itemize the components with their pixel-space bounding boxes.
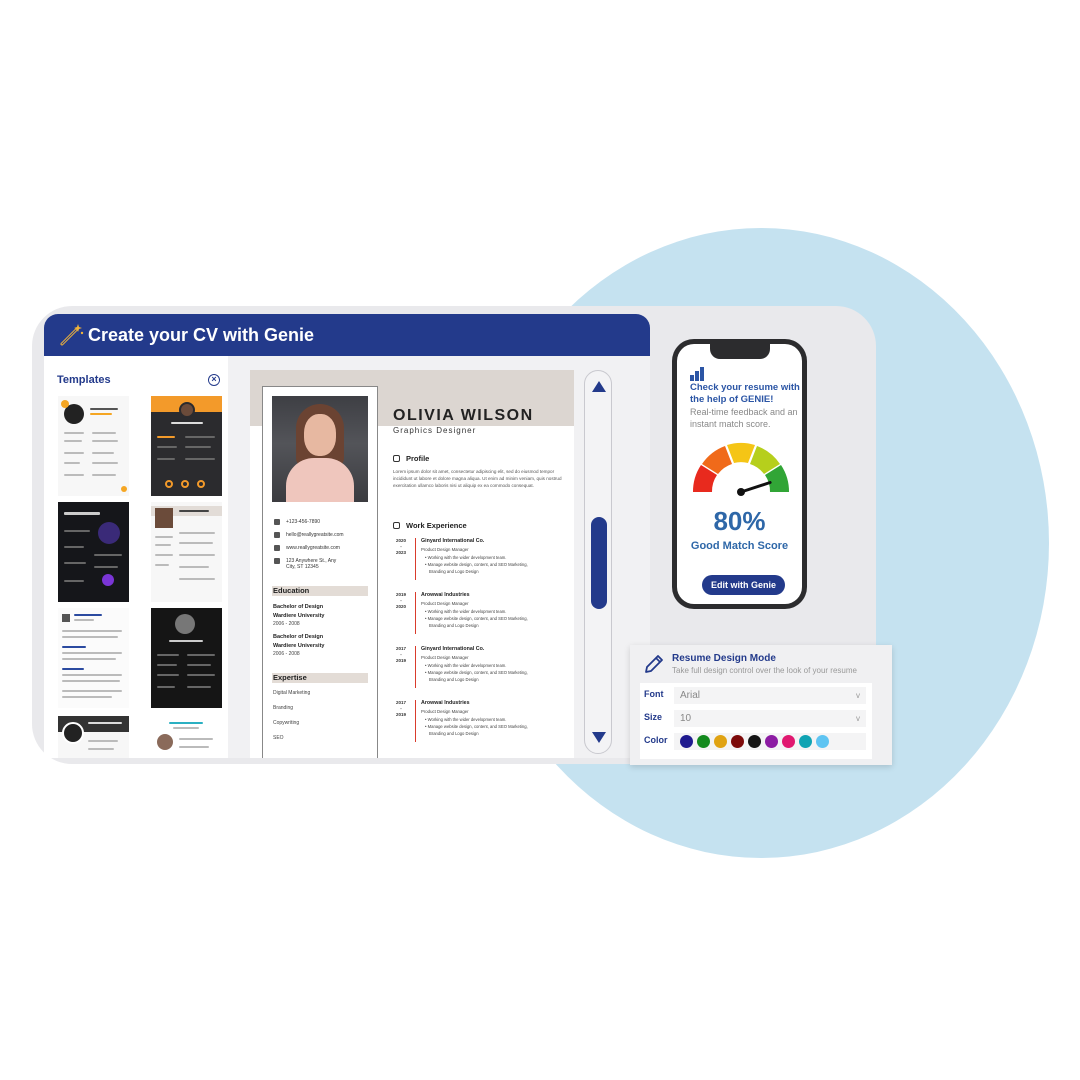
education-heading: Education [272, 586, 368, 596]
magic-wand-icon [60, 324, 84, 346]
bar-chart-icon [690, 367, 706, 381]
arrow-up-icon[interactable] [592, 381, 606, 392]
template-thumbnail[interactable] [151, 396, 222, 496]
editor-title: Create your CV with Genie [88, 324, 315, 345]
template-thumbnail[interactable] [58, 716, 129, 758]
color-swatch[interactable] [731, 735, 744, 748]
templates-panel: Templates × [44, 356, 228, 758]
feedback-subtitle: Real-time feedback and an instant match … [690, 407, 798, 429]
template-thumbnail[interactable] [58, 608, 129, 708]
location-icon [274, 558, 280, 564]
work-heading: Work Experience [393, 521, 467, 530]
profile-photo[interactable] [272, 396, 368, 502]
resume-role[interactable]: Graphics Designer [393, 426, 476, 435]
design-controls: Font Arial v Size 10 v Color [640, 683, 872, 759]
design-mode-subtitle: Take full design control over the look o… [672, 666, 857, 675]
resume-name[interactable]: OLIVIA WILSON [393, 407, 534, 425]
design-mode-panel: Resume Design Mode Take full design cont… [630, 645, 892, 765]
gauge-needle [739, 481, 772, 494]
profile-heading: Profile [393, 454, 429, 463]
contact-phone: +123-456-7890 [274, 519, 320, 525]
editor-header: Create your CV with Genie [44, 314, 650, 356]
match-score-gauge [692, 442, 790, 496]
edit-with-genie-button[interactable]: Edit with Genie [702, 575, 785, 595]
job-entry[interactable]: 2017-2019 Arowwai Industries Product Des… [393, 700, 568, 744]
chevron-down-icon: v [856, 714, 860, 723]
contact-email: hello@reallygreatsite.com [274, 532, 344, 538]
design-mode-title: Resume Design Mode [672, 653, 776, 664]
pencil-icon [645, 655, 663, 673]
template-thumbnail[interactable] [151, 502, 222, 602]
match-score-value: 80% [713, 506, 766, 536]
chevron-down-icon: v [856, 691, 860, 700]
template-thumbnail[interactable] [151, 608, 222, 708]
email-icon [274, 532, 280, 538]
education-school: Wardiere University [273, 613, 325, 619]
template-thumbnail[interactable] [58, 502, 129, 602]
size-select[interactable]: 10 v [674, 710, 866, 727]
briefcase-icon [393, 522, 400, 529]
scrollbar-thumb[interactable] [591, 517, 607, 609]
color-swatch[interactable] [697, 735, 710, 748]
expertise-item: Digital Marketing [273, 690, 311, 696]
color-swatch[interactable] [816, 735, 829, 748]
phone-icon [274, 519, 280, 525]
close-icon[interactable]: × [208, 374, 220, 386]
feedback-title: Check your resume with the help of GENIE… [690, 382, 800, 405]
color-swatches [674, 733, 866, 750]
cv-editor-window: Create your CV with Genie Templates × OL… [44, 314, 650, 758]
expertise-item: Branding [273, 705, 294, 711]
expertise-item: Copywriting [273, 720, 300, 726]
job-entry[interactable]: 2020-2023 Ginyard International Co. Prod… [393, 538, 568, 582]
vertical-scrollbar[interactable] [584, 370, 612, 754]
font-select[interactable]: Arial v [674, 687, 866, 704]
color-swatch[interactable] [765, 735, 778, 748]
match-score-label: Good Match Score [690, 540, 789, 552]
color-swatch[interactable] [748, 735, 761, 748]
expertise-item: SEO [273, 735, 284, 741]
size-label: Size [644, 712, 663, 722]
template-thumbnail[interactable] [58, 396, 129, 496]
job-entry[interactable]: 2019-2020 Arowwai Industries Product Des… [393, 592, 568, 636]
color-swatch[interactable] [782, 735, 795, 748]
color-swatch[interactable] [799, 735, 812, 748]
education-degree: Bachelor of Design [273, 604, 324, 610]
education-years: 2006 - 2008 [273, 651, 300, 657]
education-years: 2006 - 2008 [273, 621, 300, 627]
font-label: Font [644, 689, 664, 699]
profile-text[interactable]: Lorem ipsum dolor sit amet, consectetur … [393, 468, 565, 489]
contact-website: www.reallygreatsite.com [274, 545, 340, 551]
website-icon [274, 545, 280, 551]
template-thumbnail[interactable] [151, 716, 222, 758]
phone-mockup: Check your resume with the help of GENIE… [672, 339, 807, 609]
arrow-down-icon[interactable] [592, 732, 606, 743]
resume-page[interactable]: OLIVIA WILSON Graphics Designer +123-456… [250, 370, 574, 758]
templates-title: Templates [57, 374, 111, 386]
job-entry[interactable]: 2017-2019 Ginyard International Co. Prod… [393, 646, 568, 690]
color-label: Color [644, 735, 668, 745]
color-swatch[interactable] [714, 735, 727, 748]
expertise-heading: Expertise [272, 673, 368, 683]
phone-notch [710, 344, 770, 359]
contact-address: 123 Anywhere St., Any City, ST 12345 [274, 558, 336, 570]
phone-screen: Check your resume with the help of GENIE… [677, 344, 802, 604]
education-degree: Bachelor of Design [273, 634, 324, 640]
user-icon [393, 455, 400, 462]
color-swatch[interactable] [680, 735, 693, 748]
education-school: Wardiere University [273, 643, 325, 649]
